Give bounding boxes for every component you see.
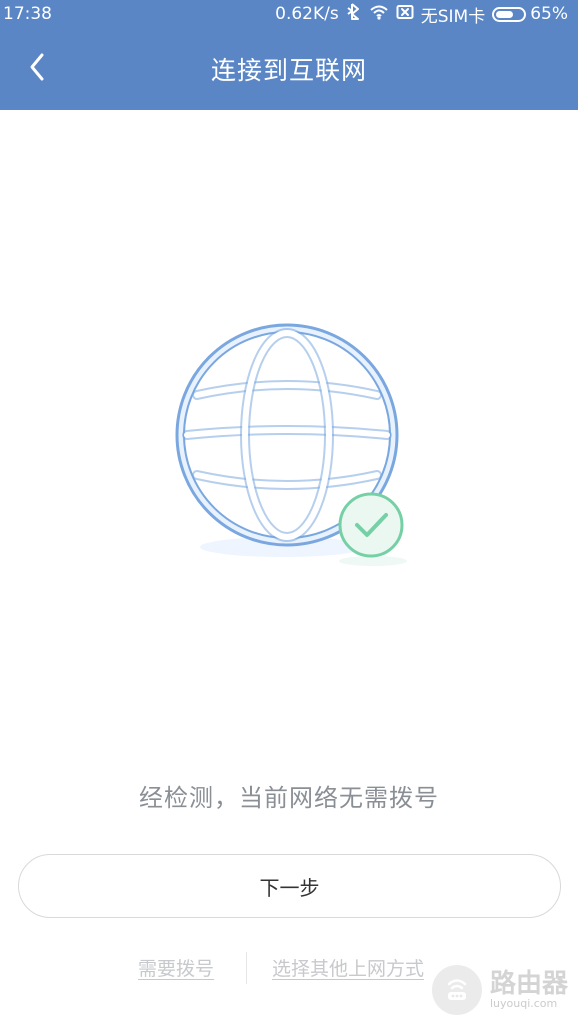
watermark: 路由器 luyouqi.com	[431, 965, 568, 1015]
status-time: 17:38	[3, 4, 52, 24]
watermark-main: 路由器	[489, 968, 568, 999]
sim-status: 无SIM卡	[420, 6, 486, 27]
connection-message: 经检测，当前网络无需拨号	[139, 784, 439, 812]
top-bar: 17:38 0.62K/s 无SIM卡 65% 连接到互联网	[0, 0, 578, 110]
chevron-left-icon	[26, 52, 48, 86]
battery-fill	[496, 10, 514, 18]
status-bar: 17:38 0.62K/s 无SIM卡 65%	[0, 0, 578, 28]
links-divider	[246, 952, 247, 984]
battery: 65%	[492, 4, 568, 24]
next-step-button[interactable]: 下一步	[18, 854, 561, 918]
title-bar: 连接到互联网	[0, 28, 578, 110]
sim-icon	[396, 4, 414, 25]
watermark-sub: luyouqi.com	[489, 996, 558, 1010]
internet-connected-illustration	[165, 315, 415, 575]
globe-icon	[175, 323, 407, 566]
battery-percent: 65%	[530, 4, 568, 24]
network-speed: 0.62K/s	[275, 4, 339, 24]
watermark-text: 路由器 luyouqi.com	[489, 968, 568, 1010]
wifi-icon	[369, 4, 389, 25]
battery-icon	[492, 6, 527, 22]
need-dialing-link[interactable]: 需要拨号	[138, 954, 214, 981]
page-title: 连接到互联网	[210, 56, 367, 85]
router-icon	[431, 965, 482, 1015]
bluetooth-icon	[346, 2, 362, 26]
other-connection-link[interactable]: 选择其他上网方式	[272, 954, 424, 981]
status-right: 0.62K/s 无SIM卡 65%	[275, 2, 568, 27]
back-button[interactable]	[22, 52, 52, 86]
